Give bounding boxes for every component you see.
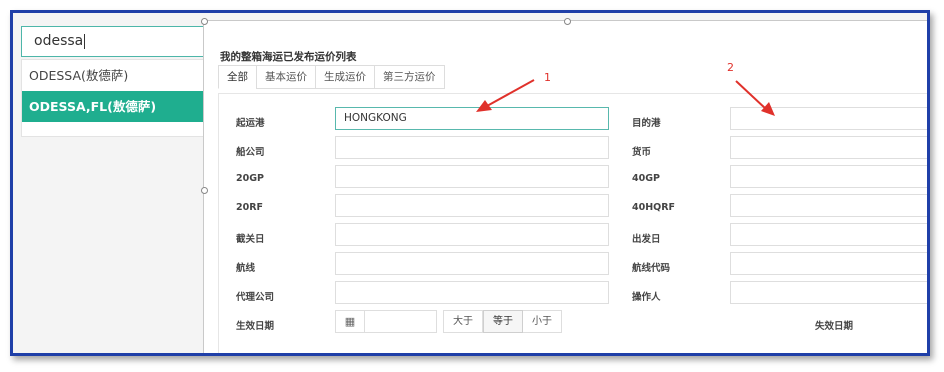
dropdown-item-odessa-fl[interactable]: ODESSA,FL(敖德萨): [22, 91, 204, 122]
search-input[interactable]: odessa: [21, 26, 205, 57]
annotation-arrow-2: [735, 80, 775, 116]
resize-handle[interactable]: [927, 18, 930, 25]
dropdown-item-odessa[interactable]: ODESSA(敖德萨): [22, 60, 204, 91]
annotation-arrows: [476, 79, 775, 116]
freight-rate-panel: 我的整箱海运已发布运价列表 全部 基本运价 生成运价 第三方运价 起运港 HON…: [201, 18, 930, 353]
autocomplete-dropdown: ODESSA(敖德萨) ODESSA,FL(敖德萨): [21, 59, 205, 137]
text-cursor: [84, 33, 86, 49]
screenshot-frame: odessa ODESSA(敖德萨) ODESSA,FL(敖德萨) 我的整箱海运…: [10, 10, 930, 356]
resize-handle[interactable]: [927, 187, 930, 194]
search-input-value: odessa: [34, 33, 84, 49]
annotation-arrow-1: [476, 79, 535, 112]
